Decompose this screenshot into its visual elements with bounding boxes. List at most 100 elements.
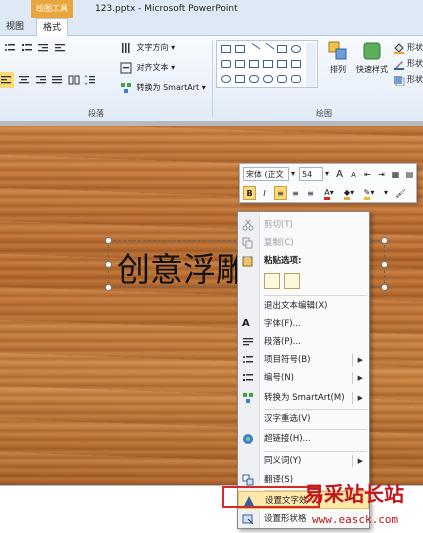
menu-item-label: 段落(P)... (264, 337, 301, 347)
shape-arrow-line-icon[interactable] (261, 42, 275, 56)
tab-format[interactable]: 格式 (36, 18, 69, 37)
shape-oval-icon[interactable] (291, 45, 301, 53)
shape-line-icon[interactable] (247, 42, 261, 56)
clear-format-icon[interactable]: ▤ (403, 167, 416, 181)
ribbon-tab-row: 视图 格式 (0, 18, 423, 37)
align-right-icon[interactable] (35, 74, 47, 86)
menu-item-cut[interactable]: 剪切(T) (238, 216, 369, 234)
menu-item-label: 设置形状格 (264, 514, 307, 524)
shape-rectangle-icon[interactable] (277, 45, 287, 53)
line-color-button[interactable]: ✎▾ (360, 186, 378, 200)
align-left-button[interactable] (0, 72, 14, 88)
resize-handle[interactable] (381, 261, 388, 268)
title-bar: 绘图工具 123.pptx - Microsoft PowerPoint (0, 0, 423, 18)
mini-increase-indent-button[interactable]: ⇥ (375, 167, 388, 181)
copy-format-icon[interactable]: ▦ (389, 167, 402, 181)
submenu-arrow-icon: ▶ (357, 374, 363, 382)
shape-elbow-icon[interactable] (249, 60, 259, 68)
mini-align-left-button[interactable]: ≡ (274, 186, 287, 200)
numbering-icon (243, 374, 253, 381)
menu-item-reconvert[interactable]: 汉字重选(V) (238, 410, 369, 428)
shape-triangle-icon[interactable] (235, 60, 245, 68)
shape-rect-icon[interactable] (235, 45, 245, 53)
shape-brace-left-icon[interactable] (277, 75, 287, 83)
shape-rounded-rect-icon[interactable] (221, 60, 231, 68)
align-text-icon (120, 62, 132, 73)
font-name-dropdown[interactable]: ▾ (289, 167, 297, 181)
shape-right-arrow-icon[interactable] (277, 60, 287, 68)
drawing-group-label: 绘图 (316, 109, 332, 118)
menu-item-label: 退出文本编辑(X) (264, 301, 328, 311)
font-size-dropdown[interactable]: ▾ (323, 167, 331, 181)
italic-button[interactable]: I (258, 186, 271, 200)
shrink-font-button[interactable]: A (347, 167, 360, 181)
mini-more-button[interactable]: ▾ (380, 186, 392, 200)
arrange-label: 排列 (330, 65, 346, 74)
paste-keep-source-icon[interactable] (264, 273, 280, 289)
submenu-arrow-icon: ▶ (357, 356, 363, 364)
shape-star-icon[interactable] (221, 75, 231, 83)
drawing-tools-context-tab[interactable]: 绘图工具 (31, 0, 73, 18)
fill-color-button[interactable]: ◆▾ (340, 186, 358, 200)
resize-handle[interactable] (381, 237, 388, 244)
clipboard-icon (242, 256, 253, 267)
line-spacing-icon[interactable] (84, 74, 96, 86)
resize-handle[interactable] (105, 237, 112, 244)
shape-lshape-icon[interactable] (235, 75, 245, 83)
shape-fill-button[interactable]: 形状 (393, 40, 423, 56)
menu-item-numbering[interactable]: 编号(N) ▶ (238, 369, 369, 387)
mini-align-right-button[interactable]: ≡ (304, 186, 317, 200)
shape-brace-right-icon[interactable] (291, 75, 301, 83)
quick-styles-button[interactable]: 快速样式 (352, 40, 392, 75)
tab-view[interactable]: 视图 (0, 18, 30, 36)
resize-handle[interactable] (105, 284, 112, 291)
columns-icon[interactable] (68, 74, 80, 86)
resize-handle[interactable] (381, 284, 388, 291)
shape-elbow-arrow-icon[interactable] (263, 60, 273, 68)
justify-icon[interactable] (51, 74, 63, 86)
menu-item-synonyms[interactable]: 同义词(Y) ▶ (238, 452, 369, 470)
convert-smartart-label: 转换为 SmartArt (136, 83, 200, 92)
convert-smartart-button[interactable]: 转换为 SmartArt ▾ (120, 80, 206, 96)
font-name-box[interactable]: 宋体 (正文 (243, 167, 289, 181)
paste-picture-icon[interactable] (284, 273, 300, 289)
bold-button[interactable]: B (243, 186, 256, 200)
shape-down-arrow-icon[interactable] (291, 60, 301, 68)
align-center-button[interactable] (18, 72, 98, 88)
menu-item-convert-smartart[interactable]: 转换为 SmartArt(M) ▶ (238, 389, 369, 407)
shape-effects-button[interactable]: 形状 (393, 72, 423, 88)
align-text-button[interactable]: 对齐文本 ▾ (120, 60, 175, 76)
ribbon-group-divider (212, 40, 213, 118)
menu-item-exit-text-edit[interactable]: 退出文本编辑(X) (238, 297, 369, 315)
submenu-divider (352, 392, 353, 404)
menu-item-paragraph[interactable]: 段落(P)... (238, 333, 369, 351)
font-size-box[interactable]: 54 (299, 167, 323, 181)
shape-curve-icon[interactable] (249, 75, 259, 83)
align-center-icon (19, 75, 29, 83)
ribbon: 文字方向 ▾ 对齐文本 ▾ 转换为 SmartArt ▾ 段落 排列 快速样式 … (0, 36, 423, 122)
quick-styles-label: 快速样式 (356, 65, 388, 74)
menu-item-bullets[interactable]: 项目符号(B) ▶ (238, 351, 369, 369)
font-color-button[interactable]: A▾ (320, 186, 338, 200)
mini-decrease-indent-button[interactable]: ⇤ (361, 167, 374, 181)
menu-item-hyperlink[interactable]: 超链接(H)... (238, 430, 369, 448)
gallery-scroll[interactable] (306, 43, 316, 87)
format-painter-icon[interactable]: 🖌 (394, 186, 407, 200)
shrink-font-icon: A (351, 171, 356, 179)
shape-outline-button[interactable]: 形状 (393, 56, 423, 72)
bullets-button[interactable] (4, 40, 68, 56)
grow-font-button[interactable]: A (333, 167, 346, 181)
shapes-gallery[interactable] (216, 40, 318, 88)
menu-item-copy[interactable]: 复制(C) (238, 234, 369, 252)
fill-bucket-icon: ◆ (343, 188, 351, 200)
menu-item-font[interactable]: A 字体(F)... (238, 315, 369, 333)
font-icon: A (242, 318, 250, 329)
mini-align-center-button[interactable]: ≡ (289, 186, 302, 200)
text-direction-button[interactable]: 文字方向 ▾ (120, 40, 175, 56)
slide-title-text[interactable]: 创意浮雕 (117, 243, 249, 291)
resize-handle[interactable] (105, 261, 112, 268)
document-title: 123.pptx - Microsoft PowerPoint (95, 4, 238, 14)
shape-wave-icon[interactable] (263, 75, 273, 83)
shape-textbox-icon[interactable] (221, 45, 231, 53)
arrange-button[interactable]: 排列 (324, 40, 352, 75)
